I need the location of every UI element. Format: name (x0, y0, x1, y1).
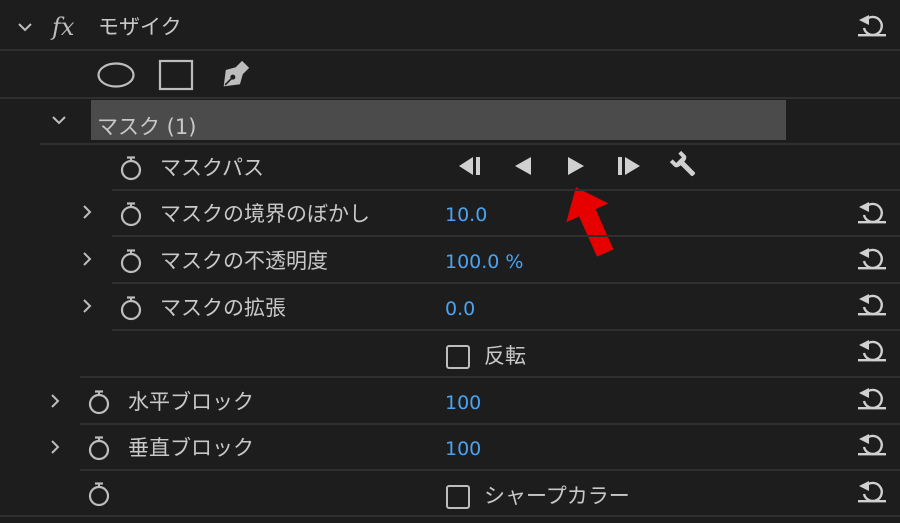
effect-name: モザイク (98, 15, 182, 39)
chevron-right-icon[interactable] (46, 438, 64, 456)
effect-controls-panel: fx モザイク マスク (1) マスクパス マスクの境界のぼかし 10.0 マス… (0, 0, 900, 523)
reset-icon[interactable] (856, 243, 888, 271)
horizontal-blocks-label: 水平ブロック (128, 390, 254, 414)
track-selected-backward-one-frame-icon[interactable] (455, 153, 485, 179)
track-selected-forward-icon[interactable] (564, 153, 588, 179)
reset-icon[interactable] (856, 10, 888, 38)
chevron-right-icon[interactable] (78, 297, 96, 315)
stopwatch-icon[interactable] (87, 435, 111, 461)
divider (112, 282, 900, 284)
reset-icon[interactable] (856, 197, 888, 225)
chevron-down-icon[interactable] (16, 18, 34, 36)
divider (80, 376, 900, 378)
mask-feather-label: マスクの境界のぼかし (160, 202, 370, 226)
stopwatch-icon[interactable] (87, 389, 111, 415)
stopwatch-icon[interactable] (119, 248, 143, 274)
annotation-arrow (566, 187, 614, 257)
vertical-blocks-label: 垂直ブロック (128, 436, 254, 460)
mask-expansion-label: マスクの拡張 (160, 296, 286, 320)
divider (80, 423, 900, 425)
chevron-right-icon[interactable] (46, 392, 64, 410)
stopwatch-icon[interactable] (87, 481, 111, 507)
reset-icon[interactable] (856, 429, 888, 457)
chevron-right-icon[interactable] (78, 203, 96, 221)
rectangle-mask-icon[interactable] (158, 59, 194, 91)
track-selected-forward-one-frame-icon[interactable] (614, 153, 644, 179)
stopwatch-icon[interactable] (119, 295, 143, 321)
invert-label: 反転 (484, 344, 526, 368)
reset-icon[interactable] (856, 383, 888, 411)
mask-opacity-label: マスクの不透明度 (160, 249, 328, 273)
divider (112, 235, 900, 237)
reset-icon[interactable] (856, 335, 888, 363)
reset-icon[interactable] (856, 289, 888, 317)
horizontal-blocks-value[interactable]: 100 (445, 394, 481, 413)
divider (0, 97, 900, 99)
stopwatch-icon[interactable] (119, 155, 143, 181)
divider (112, 189, 900, 191)
mask-feather-value[interactable]: 10.0 (445, 206, 487, 225)
sharp-colors-checkbox[interactable] (446, 485, 470, 509)
divider (0, 515, 900, 517)
chevron-down-icon[interactable] (50, 111, 68, 129)
mask-title[interactable]: マスク (1) (97, 111, 196, 141)
chevron-right-icon[interactable] (78, 250, 96, 268)
stopwatch-icon[interactable] (119, 201, 143, 227)
mask-path-label: マスクパス (160, 156, 264, 180)
track-selected-backward-icon[interactable] (511, 153, 535, 179)
fx-icon[interactable]: fx (52, 13, 74, 41)
pen-mask-icon[interactable] (216, 56, 254, 94)
divider (80, 469, 900, 471)
sharp-colors-label: シャープカラー (484, 484, 630, 508)
ellipse-mask-icon[interactable] (96, 61, 136, 89)
divider (0, 49, 900, 51)
vertical-blocks-value[interactable]: 100 (445, 440, 481, 459)
mask-expansion-value[interactable]: 0.0 (445, 300, 475, 319)
divider (40, 143, 900, 145)
mask-opacity-value[interactable]: 100.0 % (445, 253, 524, 272)
divider (112, 329, 900, 331)
wrench-icon[interactable] (668, 149, 700, 181)
invert-checkbox[interactable] (446, 345, 470, 369)
reset-icon[interactable] (856, 476, 888, 504)
